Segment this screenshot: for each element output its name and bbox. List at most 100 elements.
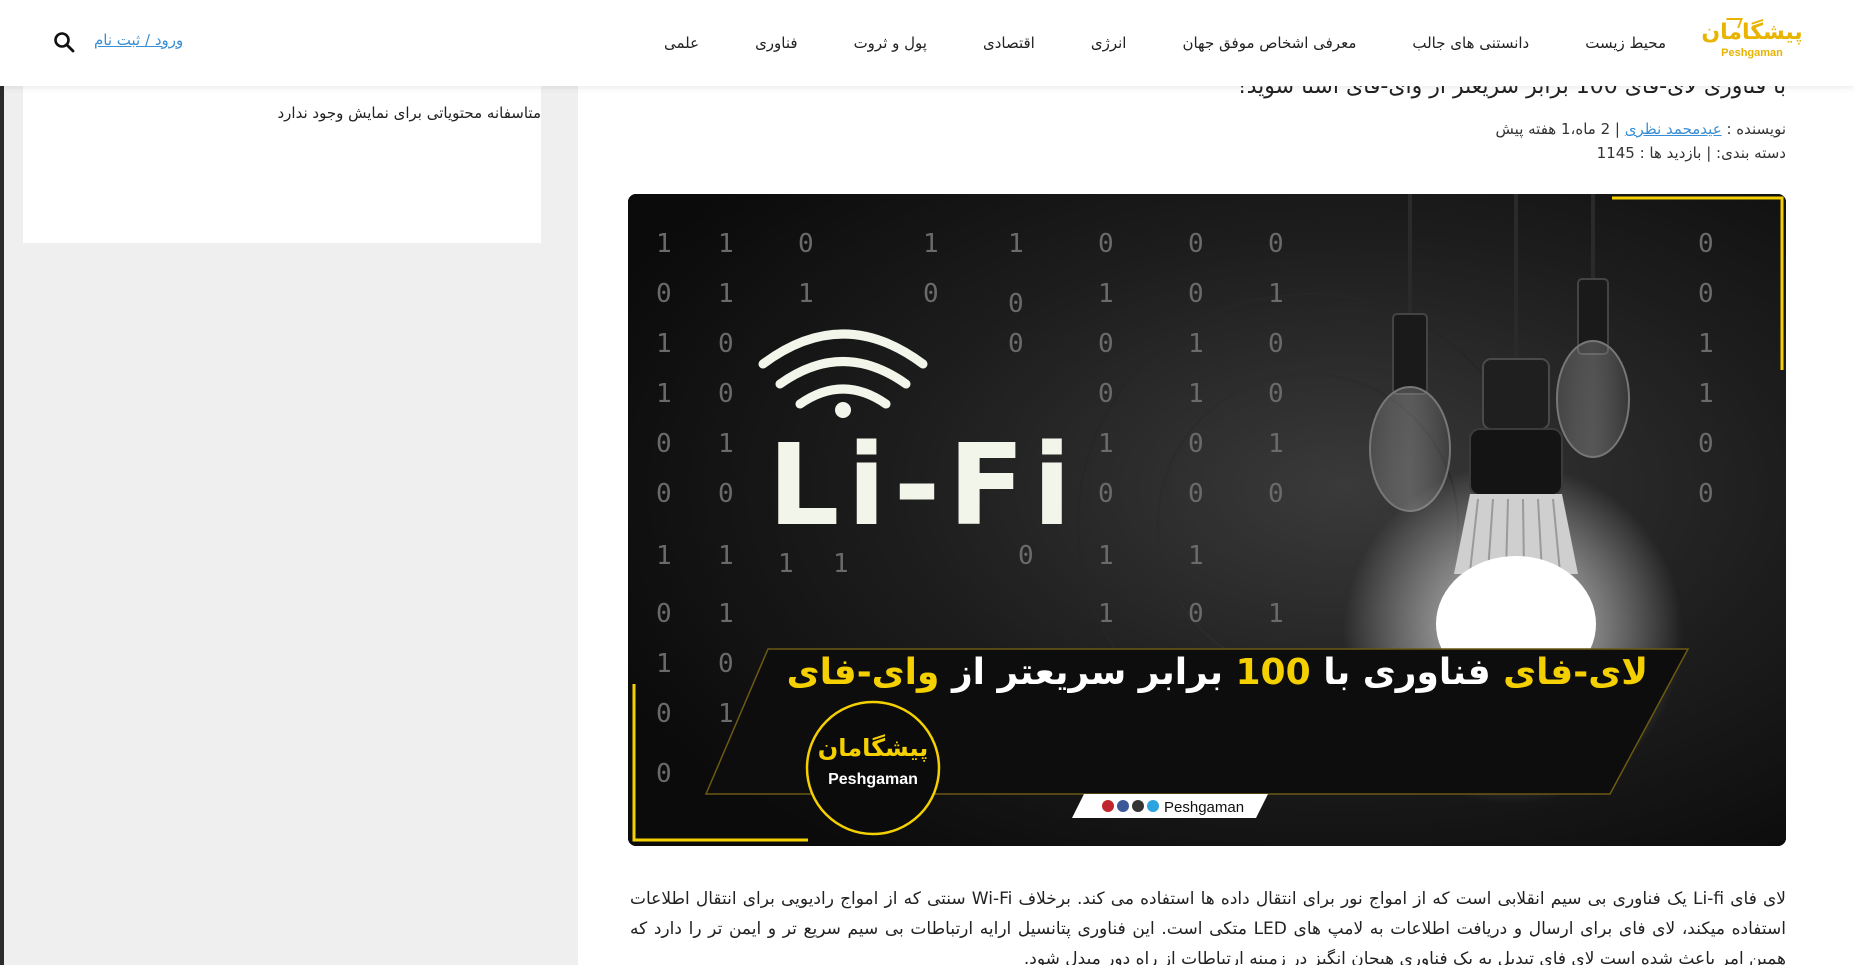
svg-text:1: 1 (778, 549, 794, 579)
nav-item-technology[interactable]: فناوری (727, 34, 826, 52)
login-register-link[interactable]: ورود / ثبت نام (94, 31, 183, 49)
svg-text:1: 1 (1698, 379, 1714, 409)
svg-text:0: 0 (1188, 599, 1204, 629)
nav-item-money-wealth[interactable]: پول و ثروت (826, 34, 955, 52)
svg-text:0: 0 (1188, 479, 1204, 509)
svg-text:0: 0 (656, 279, 672, 309)
nav-item-successful-people[interactable]: معرفی اشخاص موفق جهان (1154, 34, 1384, 52)
wifi-dot-icon (835, 402, 851, 418)
svg-text:0: 0 (656, 759, 672, 789)
svg-text:0: 0 (1698, 279, 1714, 309)
svg-text:0: 0 (1188, 229, 1204, 259)
svg-text:1: 1 (718, 599, 734, 629)
svg-text:0: 0 (718, 329, 734, 359)
svg-text:0: 0 (1098, 329, 1114, 359)
svg-text:1: 1 (1008, 229, 1024, 259)
social-handle: Peshgaman (1164, 799, 1244, 816)
lifi-illustration: 1 1 0 1 1 0 0 0 0 1 1 0 0 1 0 1 1 0 0 0 1 0 1 0 0 1 0 0 1 1 0 1 0 0 0… (628, 194, 1786, 846)
svg-text:0: 0 (923, 279, 939, 309)
nav-item-economy[interactable]: اقتصادی (955, 34, 1063, 52)
badge-text-en: Peshgaman (828, 771, 918, 788)
view-count: بازدید ها : 1145 (1596, 144, 1702, 162)
svg-text:0: 0 (718, 649, 734, 679)
banner-middle: فناوری با (1311, 652, 1504, 693)
svg-text:1: 1 (1098, 599, 1114, 629)
svg-text:1: 1 (656, 541, 672, 571)
banner-suffix: برابر سریعتر از (939, 652, 1235, 693)
svg-text:0: 0 (656, 699, 672, 729)
svg-text:0: 0 (1008, 289, 1024, 319)
nav-item-interesting-facts[interactable]: دانستنی های جالب (1384, 34, 1557, 52)
svg-text:1: 1 (798, 279, 814, 309)
svg-text:0: 0 (1268, 379, 1284, 409)
brand-badge (805, 700, 941, 836)
badge-text-fa: پیشگامان (818, 734, 929, 762)
nav-item-energy[interactable]: انرژی (1063, 34, 1155, 52)
svg-text:0: 0 (798, 229, 814, 259)
post-meta-category: دسته بندی: | بازدید ها : 1145 (1597, 144, 1786, 162)
post-content: با فناوری لای-فای 100 برابر سریعتر از وا… (578, 74, 1854, 965)
svg-text:0: 0 (1188, 429, 1204, 459)
svg-text:0: 0 (656, 429, 672, 459)
svg-text:1: 1 (718, 429, 734, 459)
logo-text-fa: پیشگامان (1701, 20, 1803, 45)
svg-text:1: 1 (1098, 429, 1114, 459)
svg-text:1: 1 (656, 379, 672, 409)
svg-text:1: 1 (718, 229, 734, 259)
post-meta-author: نویسنده : عیدمحمد نظری | 2 ماه،1 هفته پی… (1496, 120, 1786, 138)
banner-prefix: لای-فای (1503, 652, 1648, 693)
telegram-icon (1147, 800, 1159, 812)
sidebar-empty-message: متاسفانه محتویاتی برای نمایش وجود ندارد (277, 104, 542, 122)
search-icon[interactable] (52, 30, 76, 54)
logo-text-en: Peshgaman (1721, 47, 1783, 59)
author-label: نویسنده : (1726, 120, 1786, 138)
sidebar-widget: متاسفانه محتویاتی برای نمایش وجود ندارد (23, 86, 541, 243)
svg-text:1: 1 (923, 229, 939, 259)
svg-text:0: 0 (1188, 279, 1204, 309)
web-icon (1132, 800, 1144, 812)
nav-item-environment[interactable]: محیط زیست (1557, 34, 1666, 52)
svg-text:1: 1 (1188, 379, 1204, 409)
window-edge (0, 0, 4, 965)
svg-text:1: 1 (1698, 329, 1714, 359)
svg-text:0: 0 (1268, 329, 1284, 359)
svg-text:0: 0 (1698, 229, 1714, 259)
svg-text:0: 0 (1268, 229, 1284, 259)
svg-text:1: 1 (656, 229, 672, 259)
svg-text:1: 1 (718, 699, 734, 729)
svg-text:0: 0 (656, 599, 672, 629)
nav-item-science[interactable]: علمی (636, 34, 727, 52)
category-label: دسته بندی: (1716, 144, 1786, 162)
svg-text:1: 1 (718, 279, 734, 309)
svg-text:1: 1 (1098, 541, 1114, 571)
svg-text:0: 0 (1008, 329, 1024, 359)
svg-text:1: 1 (656, 329, 672, 359)
svg-text:1: 1 (1188, 541, 1204, 571)
banner-text: لای-فای فناوری با 100 برابر سریعتر از وا… (787, 652, 1648, 693)
svg-text:0: 0 (656, 479, 672, 509)
article-paragraph: لای فای Li-fi یک فناوری بی سیم انقلابی ا… (630, 889, 1786, 965)
meta-separator: | (1706, 144, 1712, 162)
svg-text:1: 1 (1268, 279, 1284, 309)
site-header: پیشگامان Peshgaman محیط زیست دانستنی های… (0, 0, 1854, 86)
svg-text:1: 1 (1188, 329, 1204, 359)
svg-text:0: 0 (718, 379, 734, 409)
svg-text:0: 0 (1698, 479, 1714, 509)
svg-text:1: 1 (1098, 279, 1114, 309)
banner-end: وای-فای (787, 652, 940, 693)
post-time: 2 ماه،1 هفته پیش (1495, 120, 1611, 138)
author-link[interactable]: عیدمحمد نظری (1625, 120, 1722, 138)
facebook-icon (1117, 800, 1129, 812)
svg-text:0: 0 (1268, 479, 1284, 509)
svg-text:0: 0 (1698, 429, 1714, 459)
svg-text:0: 0 (1098, 379, 1114, 409)
meta-separator: | (1610, 120, 1620, 138)
svg-text:0: 0 (718, 479, 734, 509)
site-logo[interactable]: پیشگامان Peshgaman (1701, 18, 1803, 66)
hero-lifi-text: Li-Fi (768, 421, 1079, 551)
svg-text:0: 0 (1098, 479, 1114, 509)
svg-text:0: 0 (1098, 229, 1114, 259)
main-nav: محیط زیست دانستنی های جالب معرفی اشخاص م… (636, 0, 1666, 86)
svg-text:1: 1 (833, 549, 849, 579)
svg-text:1: 1 (718, 541, 734, 571)
